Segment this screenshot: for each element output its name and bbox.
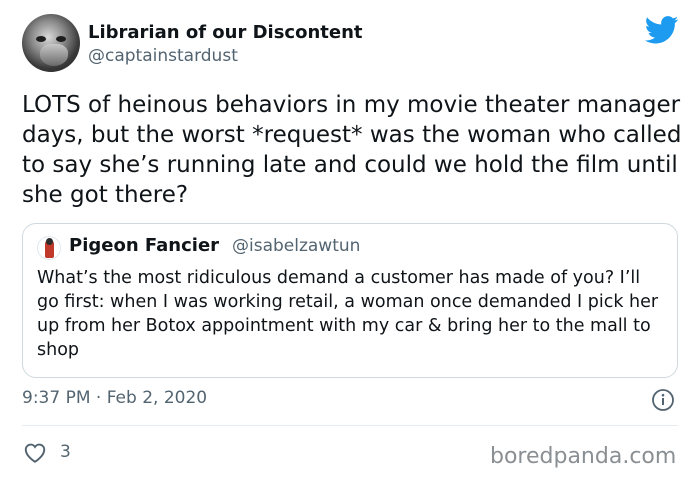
twitter-bird-icon[interactable] [645, 16, 679, 44]
tweet-timestamp[interactable]: 9:37 PM · Feb 2, 2020 [22, 388, 207, 408]
author-display-name[interactable]: Librarian of our Discontent [88, 22, 363, 43]
quoted-tweet-text: What’s the most ridiculous demand a cust… [37, 268, 659, 360]
info-icon[interactable] [651, 388, 675, 412]
like-count: 3 [60, 442, 71, 462]
avatar-detail [40, 44, 68, 66]
author-handle[interactable]: @captainstardust [88, 46, 238, 66]
divider [22, 425, 678, 426]
avatar-detail [46, 238, 53, 245]
heart-icon[interactable] [22, 440, 48, 464]
quoted-author-handle[interactable]: @isabelzawtun [232, 236, 360, 256]
quoted-tweet[interactable]: Pigeon Fancier @isabelzawtun What’s the … [22, 223, 678, 378]
tweet-card: Librarian of our Discontent @captainstar… [0, 0, 700, 480]
avatar-detail [36, 36, 46, 42]
author-avatar[interactable] [22, 14, 80, 72]
quoted-author-display-name[interactable]: Pigeon Fancier [69, 235, 219, 256]
avatar-detail [56, 36, 66, 42]
tweet-text: LOTS of heinous behaviors in my movie th… [22, 92, 682, 208]
watermark: boredpanda.com [490, 444, 677, 469]
quoted-author-avatar[interactable] [37, 236, 61, 260]
